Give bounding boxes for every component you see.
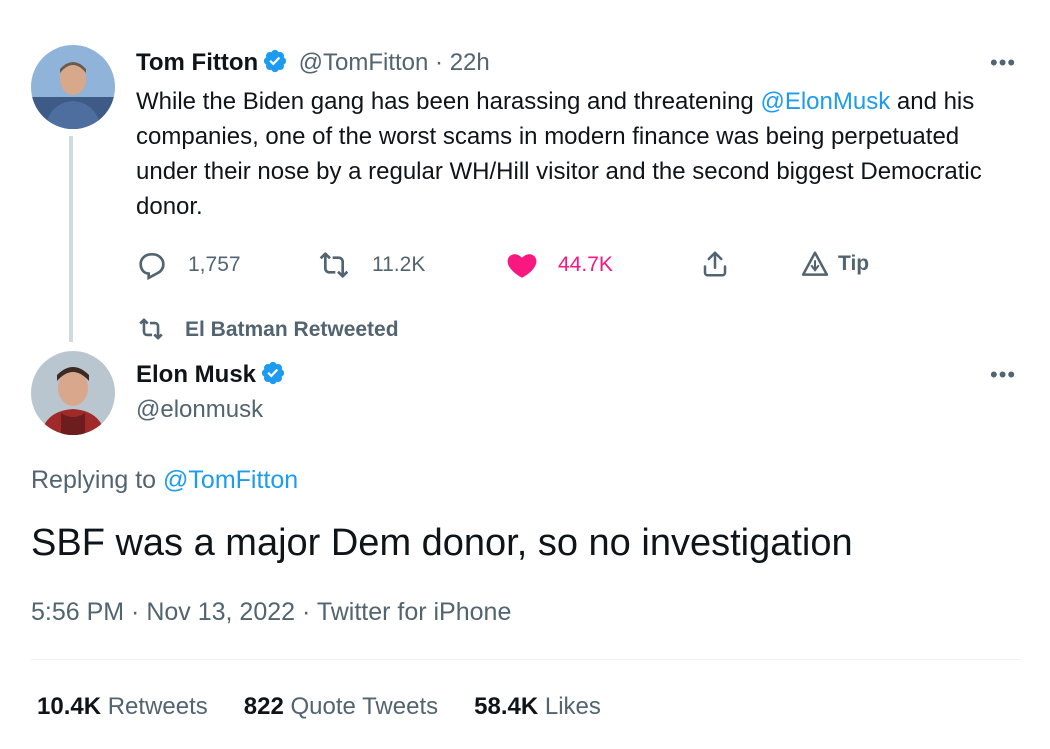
replying-to-mention-link[interactable]: @TomFitton	[163, 466, 298, 494]
quoted-text-part1: While the Biden gang has been harassing …	[136, 88, 761, 115]
main-tweet-text: SBF was a major Dem donor, so no investi…	[31, 522, 853, 564]
thread-connector-line	[69, 136, 73, 342]
like-count: 44.7K	[558, 253, 613, 276]
replying-to-line: Replying to @TomFitton	[31, 466, 298, 495]
elon-musk-avatar[interactable]	[31, 351, 115, 435]
heart-icon	[507, 254, 537, 278]
verified-badge-icon	[260, 360, 286, 386]
tweet-source[interactable]: Twitter for iPhone	[317, 598, 512, 626]
quote-tweets-count: 822	[243, 693, 284, 720]
main-author-name[interactable]: Elon Musk	[136, 361, 256, 388]
retweets-stat[interactable]: 10.4K Retweets	[37, 693, 208, 721]
quoted-tweet-header: Tom Fitton @TomFitton · 22h	[136, 48, 490, 77]
reply-button[interactable]: 1,757	[136, 249, 241, 281]
meta-separator: ·	[295, 598, 317, 626]
reply-icon	[139, 253, 165, 281]
elonmusk-mention-link[interactable]: @ElonMusk	[760, 88, 890, 115]
tweet-stats: 10.4K Retweets 822 Quote Tweets 58.4K Li…	[37, 693, 601, 721]
tip-button[interactable]: Tip	[800, 249, 869, 279]
time-separator: ·	[428, 49, 450, 76]
likes-count: 58.4K	[474, 693, 539, 720]
quote-tweets-stat[interactable]: 822 Quote Tweets	[244, 693, 438, 721]
tweet-time[interactable]: 5:56 PM	[31, 598, 124, 626]
main-author-handle[interactable]: @elonmusk	[136, 396, 263, 424]
quoted-author-name[interactable]: Tom Fitton	[136, 49, 258, 76]
tip-icon	[801, 251, 829, 276]
tom-fitton-avatar[interactable]	[31, 45, 115, 129]
retweets-count: 10.4K	[37, 693, 102, 720]
quoted-tweet-text: While the Biden gang has been harassing …	[136, 84, 1016, 224]
likes-stat[interactable]: 58.4K Likes	[474, 693, 601, 721]
tweet-date[interactable]: Nov 13, 2022	[146, 598, 295, 626]
quoted-tweet-time[interactable]: 22h	[450, 49, 490, 76]
replying-to-prefix: Replying to	[31, 466, 164, 494]
likes-label: Likes	[538, 693, 601, 720]
tweet-metadata: 5:56 PM · Nov 13, 2022 · Twitter for iPh…	[31, 598, 511, 627]
retweeted-by-label[interactable]: El Batman Retweeted	[185, 318, 399, 342]
reply-count: 1,757	[188, 253, 241, 276]
retweet-count: 11.2K	[372, 253, 426, 276]
retweets-label: Retweets	[101, 693, 208, 720]
quote-tweets-label: Quote Tweets	[283, 693, 439, 720]
more-icon[interactable]: •••	[990, 362, 1016, 388]
like-button[interactable]: 44.7K	[506, 249, 613, 281]
meta-separator: ·	[124, 598, 147, 626]
quoted-author-handle[interactable]: @TomFitton	[299, 49, 429, 76]
share-icon	[703, 251, 727, 277]
divider	[31, 659, 1021, 660]
retweet-button[interactable]: 11.2K	[316, 249, 425, 281]
tip-label: Tip	[838, 252, 870, 275]
more-icon[interactable]: •••	[990, 50, 1016, 76]
retweet-icon	[319, 252, 349, 278]
main-tweet-author: Elon Musk	[136, 360, 286, 389]
share-button[interactable]	[700, 249, 750, 279]
verified-badge-icon	[262, 48, 288, 74]
retweet-context-icon	[136, 316, 166, 347]
